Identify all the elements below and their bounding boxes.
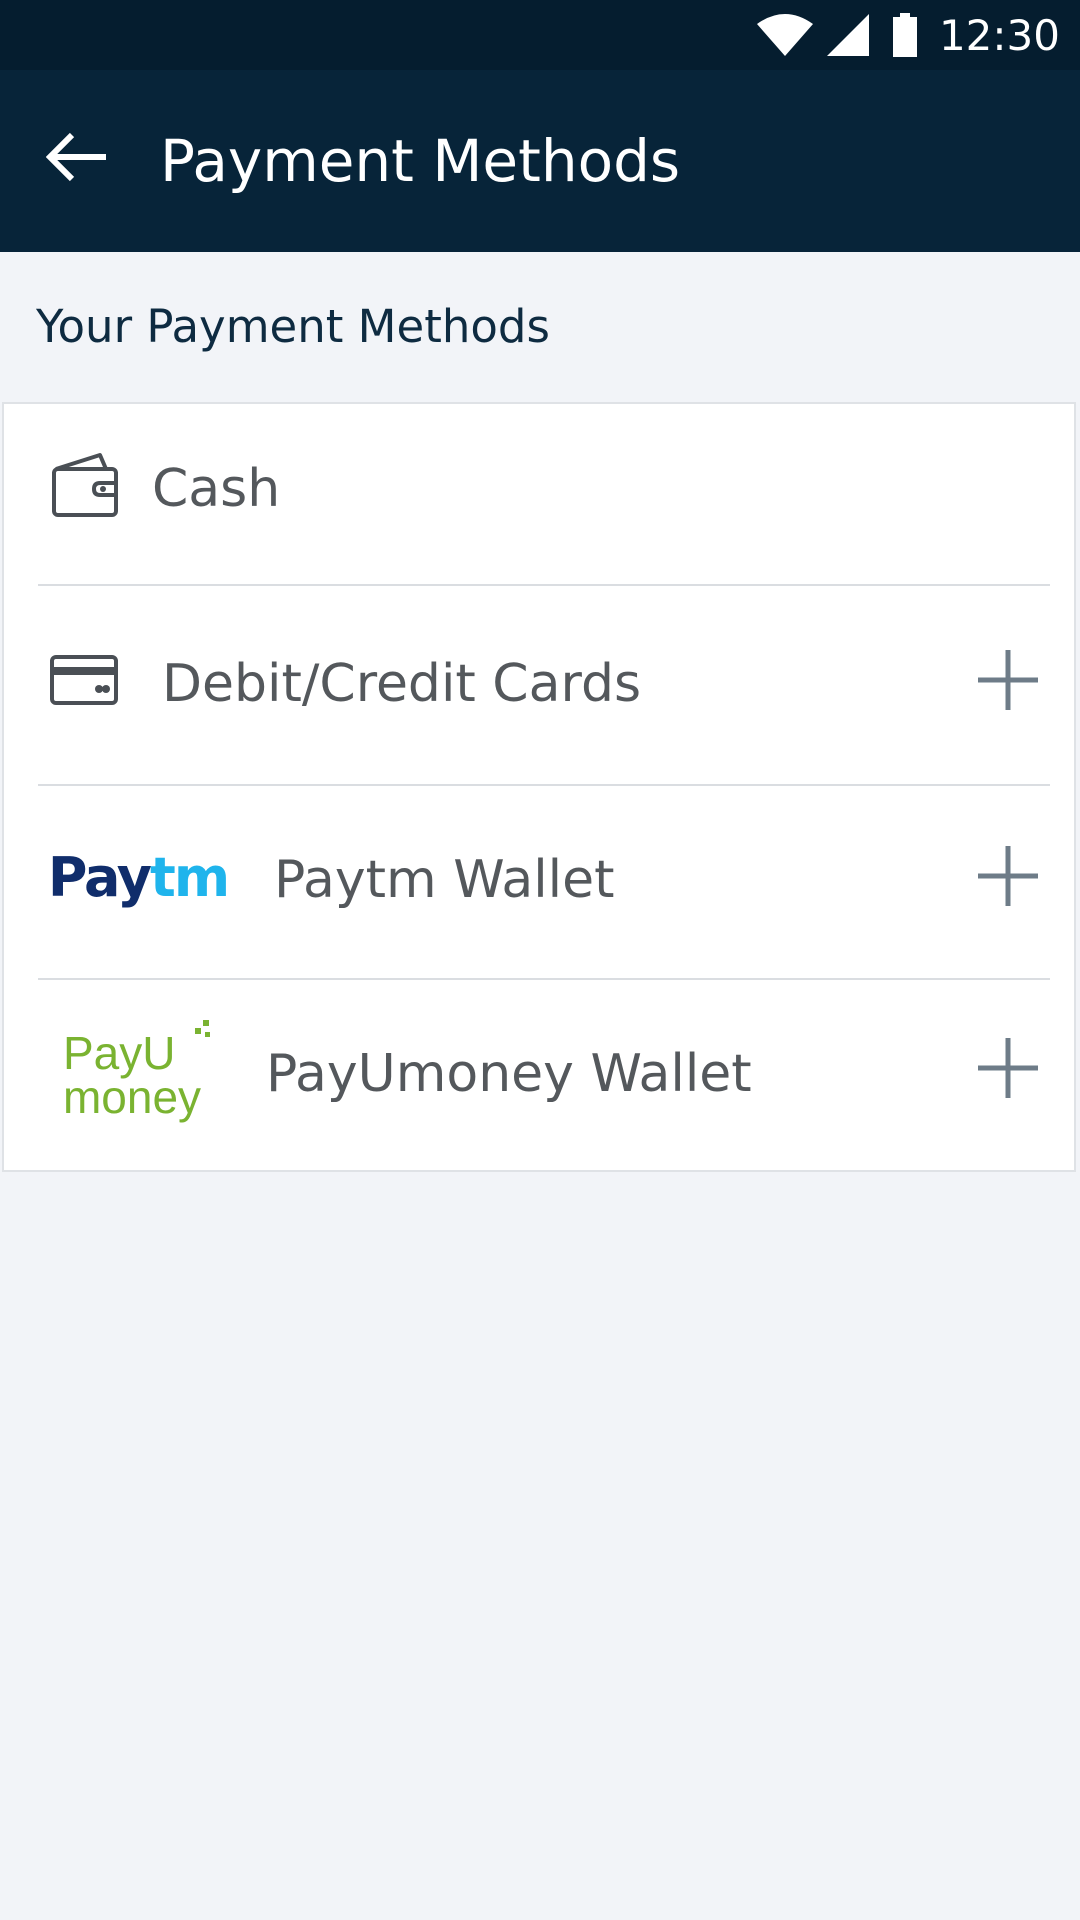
- page-title: Payment Methods: [160, 127, 681, 195]
- method-row-paytm[interactable]: Pay tm Paytm Wallet: [4, 786, 1078, 978]
- method-label-cash: Cash: [152, 459, 281, 519]
- add-payumoney-button[interactable]: [968, 1030, 1048, 1110]
- arrow-left-icon: [45, 132, 110, 187]
- wallet-icon: [50, 449, 122, 521]
- wifi-icon: [756, 14, 813, 56]
- plus-icon: [976, 1036, 1040, 1105]
- method-row-cash[interactable]: Cash: [4, 404, 1078, 584]
- battery-icon: [892, 13, 917, 57]
- method-row-payumoney[interactable]: PayU money PayUmoney Wallet: [4, 980, 1078, 1170]
- method-label-payumoney: PayUmoney Wallet: [266, 1044, 752, 1104]
- signal-icon: [826, 14, 869, 56]
- plus-icon: [976, 844, 1040, 913]
- payumoney-logo: PayU money: [62, 1020, 211, 1130]
- app-bar: Payment Methods: [0, 70, 1080, 252]
- status-bar: 12:30: [0, 0, 1080, 70]
- add-paytm-button[interactable]: [968, 838, 1048, 918]
- method-row-cards[interactable]: Debit/Credit Cards: [4, 586, 1078, 784]
- credit-card-icon: [48, 652, 120, 708]
- section-heading: Your Payment Methods: [36, 300, 550, 353]
- method-label-paytm: Paytm Wallet: [274, 850, 615, 910]
- payu-dots-icon: [195, 1020, 211, 1037]
- payment-methods-list: Cash Debit/Credit Cards Pay tm Paytm Wal…: [2, 402, 1076, 1172]
- status-clock: 12:30: [938, 10, 1060, 60]
- add-card-button[interactable]: [968, 642, 1048, 722]
- plus-icon: [976, 648, 1040, 717]
- status-icons: 12:30: [756, 0, 1060, 70]
- method-label-cards: Debit/Credit Cards: [162, 654, 642, 714]
- paytm-logo: Pay tm: [47, 845, 230, 909]
- back-button[interactable]: [22, 116, 134, 202]
